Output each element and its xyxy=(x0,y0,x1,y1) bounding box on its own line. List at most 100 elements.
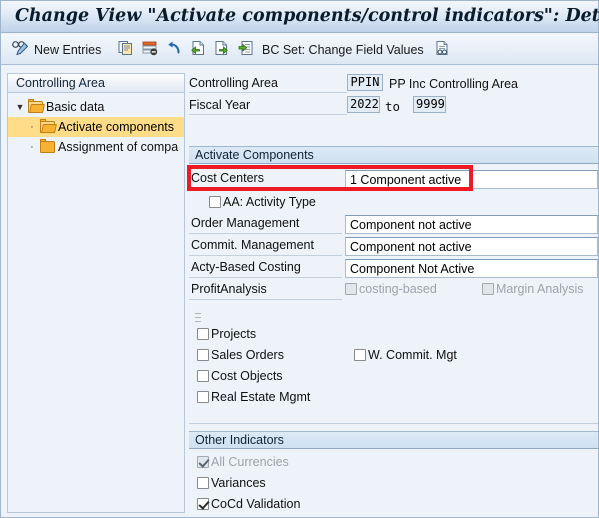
fiscal-year-label: Fiscal Year xyxy=(189,98,251,112)
real-estate-mgmt-checkbox[interactable]: Real Estate Mgmt xyxy=(197,390,310,404)
bc-set-change-field-values-button[interactable]: BC Set: Change Field Values xyxy=(262,34,424,65)
controlling-area-description: PP Inc Controlling Area xyxy=(389,77,519,91)
aa-activity-type-checkbox[interactable]: AA: Activity Type xyxy=(209,195,316,209)
order-management-input[interactable]: Component not active xyxy=(345,215,598,234)
margin-analysis-label: Margin Analysis xyxy=(496,282,584,296)
checkbox-box-icon[interactable] xyxy=(197,477,209,489)
order-management-value: Component not active xyxy=(350,218,472,232)
copy-as-button[interactable] xyxy=(115,34,137,65)
controlling-area-input[interactable]: PPIN xyxy=(347,74,383,91)
margin-analysis-checkbox: Margin Analysis xyxy=(482,282,584,296)
navigation-tree-panel: Controlling Area ▼ Basic data · Activate… xyxy=(7,73,185,513)
all-currencies-label: All Currencies xyxy=(211,455,289,469)
projects-label: Projects xyxy=(211,327,257,341)
cost-centers-label: Cost Centers xyxy=(191,171,264,185)
checkbox-box-icon[interactable] xyxy=(197,328,209,340)
checkbox-box-icon xyxy=(482,283,494,295)
document-glasses-icon xyxy=(434,40,450,59)
w-commit-mgt-checkbox[interactable]: W. Commit. Mgt xyxy=(354,348,457,362)
checkbox-box-icon[interactable] xyxy=(197,498,209,510)
tree-node-assignment-of-company-codes[interactable]: · Assignment of compa xyxy=(8,137,184,157)
bc-set-label: BC Set: Change Field Values xyxy=(262,42,424,57)
glasses-pencil-icon xyxy=(11,39,29,60)
tree-header: Controlling Area xyxy=(8,74,184,93)
fiscal-year-from-input[interactable]: 2022 xyxy=(347,96,380,113)
profit-analysis-label: ProfitAnalysis xyxy=(191,282,267,296)
commit-management-input[interactable]: Component not active xyxy=(345,237,598,256)
undo-button[interactable] xyxy=(163,34,185,65)
cost-centers-input[interactable]: 1 Component active xyxy=(345,170,598,189)
folder-closed-icon xyxy=(40,139,55,153)
w-commit-mgt-label: W. Commit. Mgt xyxy=(368,348,457,362)
select-entry-button[interactable] xyxy=(235,34,257,65)
previous-entry-button[interactable] xyxy=(187,34,209,65)
checkbox-box-icon[interactable] xyxy=(197,391,209,403)
sales-orders-checkbox[interactable]: Sales Orders xyxy=(197,348,284,362)
checkbox-box-icon[interactable] xyxy=(354,349,366,361)
sap-window: Change View "Activate components/control… xyxy=(0,0,599,518)
tree-bullet-icon: · xyxy=(30,121,34,133)
aa-activity-type-label: AA: Activity Type xyxy=(223,195,316,209)
drag-handle[interactable] xyxy=(195,311,201,325)
fiscal-year-to-label: to xyxy=(385,99,401,114)
undo-arrow-icon xyxy=(166,40,182,59)
display-change-button[interactable] xyxy=(9,34,31,65)
new-entries-button[interactable]: New Entries xyxy=(34,34,101,65)
order-management-label: Order Management xyxy=(191,216,300,230)
tree-node-label: Basic data xyxy=(46,100,105,114)
tree-body: ▼ Basic data · Activate components · Ass… xyxy=(8,93,184,157)
tree-node-activate-components[interactable]: · Activate components xyxy=(8,117,184,137)
cocd-validation-label: CoCd Validation xyxy=(211,497,301,511)
cocd-validation-checkbox[interactable]: CoCd Validation xyxy=(197,497,300,511)
commit-management-value: Component not active xyxy=(350,240,472,254)
new-entries-label: New Entries xyxy=(34,42,102,57)
fiscal-year-row: Fiscal Year 2022 to 9999 xyxy=(189,95,596,117)
copy-icon xyxy=(118,40,134,59)
checkbox-box-icon[interactable] xyxy=(209,196,221,208)
detail-panel: Controlling Area PPIN PP Inc Controlling… xyxy=(189,73,598,511)
checkbox-box-icon[interactable] xyxy=(197,349,209,361)
page-left-arrow-icon xyxy=(190,40,206,59)
commit-management-row: Commit. Management Component not active xyxy=(189,235,598,257)
cost-objects-checkbox[interactable]: Cost Objects xyxy=(197,369,283,383)
real-estate-mgmt-label: Real Estate Mgmt xyxy=(211,390,311,404)
acty-based-costing-value: Component Not Active xyxy=(350,262,475,276)
tree-header-label: Controlling Area xyxy=(16,76,105,90)
checkbox-box-icon xyxy=(345,283,357,295)
tree-node-label: Activate components xyxy=(58,120,175,134)
other-indicators-section-label: Other Indicators xyxy=(195,433,284,447)
acty-based-costing-input[interactable]: Component Not Active xyxy=(345,259,598,278)
other-indicators-section-header: Other Indicators xyxy=(189,431,598,449)
folder-open-icon xyxy=(28,99,43,113)
bc-set-display-button[interactable] xyxy=(431,34,453,65)
expand-collapse-arrow-icon[interactable]: ▼ xyxy=(14,102,26,112)
variances-label: Variances xyxy=(211,476,266,490)
page-list-arrow-icon xyxy=(238,40,254,59)
window-title-bar: Change View "Activate components/control… xyxy=(1,1,599,33)
activate-components-section-label: Activate Components xyxy=(195,148,314,162)
fiscal-year-to-input[interactable]: 9999 xyxy=(413,96,446,113)
costing-based-checkbox: costing-based xyxy=(345,282,437,296)
cost-centers-value: 1 Component active xyxy=(350,173,462,187)
tree-node-label: Assignment of compa xyxy=(58,140,179,154)
checkbox-box-icon[interactable] xyxy=(197,370,209,382)
activate-components-section-header: Activate Components xyxy=(189,146,598,164)
controlling-area-row: Controlling Area PPIN PP Inc Controlling… xyxy=(189,73,596,95)
costing-based-label: costing-based xyxy=(359,282,437,296)
controlling-area-label: Controlling Area xyxy=(189,76,278,90)
tree-node-basic-data[interactable]: ▼ Basic data xyxy=(8,97,184,117)
delete-row-icon xyxy=(142,40,158,59)
page-title: Change View "Activate components/control… xyxy=(15,6,599,26)
commit-management-label: Commit. Management xyxy=(191,238,314,252)
next-entry-button[interactable] xyxy=(211,34,233,65)
delete-button[interactable] xyxy=(139,34,161,65)
checkbox-box-icon xyxy=(197,456,209,468)
acty-based-costing-row: Acty-Based Costing Component Not Active xyxy=(189,257,598,279)
cost-objects-label: Cost Objects xyxy=(211,369,283,383)
variances-checkbox[interactable]: Variances xyxy=(197,476,266,490)
application-toolbar: New Entries BC Set: Change Field Values xyxy=(1,34,598,65)
cost-centers-row: Cost Centers 1 Component active xyxy=(189,168,598,190)
projects-checkbox[interactable]: Projects xyxy=(197,327,256,341)
order-management-row: Order Management Component not active xyxy=(189,213,598,235)
tree-bullet-icon: · xyxy=(30,141,34,153)
